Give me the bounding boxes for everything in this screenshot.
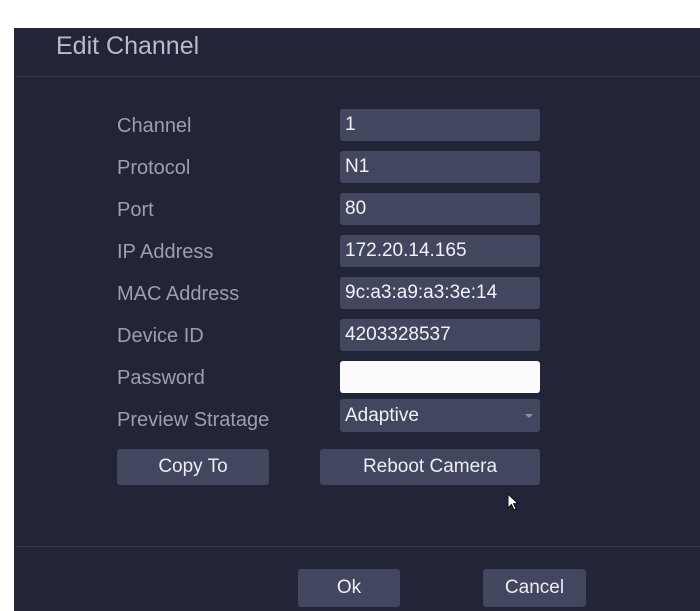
device-id-field[interactable] (340, 319, 540, 351)
protocol-label: Protocol (117, 157, 191, 179)
port-label: Port (117, 199, 154, 221)
channel-label: Channel (117, 115, 192, 137)
password-label: Password (117, 367, 205, 389)
ip-address-field[interactable] (340, 235, 540, 267)
chevron-down-icon (525, 414, 533, 418)
copy-to-button[interactable]: Copy To (117, 449, 269, 485)
preview-stratage-label: Preview Stratage (117, 409, 270, 431)
protocol-field[interactable] (340, 151, 540, 183)
ip-address-label: IP Address (117, 241, 214, 263)
mouse-pointer-icon (507, 493, 520, 511)
title-divider (14, 76, 700, 77)
dialog-title: Edit Channel (56, 32, 200, 60)
preview-stratage-select[interactable]: Adaptive (340, 399, 540, 432)
footer-divider (14, 546, 700, 547)
port-field[interactable] (340, 193, 540, 225)
mac-address-label: MAC Address (117, 283, 240, 305)
password-field[interactable] (340, 361, 540, 393)
channel-field[interactable] (340, 109, 540, 141)
mac-address-field[interactable] (340, 277, 540, 309)
ok-button[interactable]: Ok (298, 569, 400, 607)
cancel-button[interactable]: Cancel (483, 569, 586, 607)
device-id-label: Device ID (117, 325, 204, 347)
preview-stratage-value: Adaptive (345, 405, 419, 426)
edit-channel-dialog: Edit Channel Channel Protocol Port IP Ad… (14, 28, 700, 611)
reboot-camera-button[interactable]: Reboot Camera (320, 449, 540, 485)
